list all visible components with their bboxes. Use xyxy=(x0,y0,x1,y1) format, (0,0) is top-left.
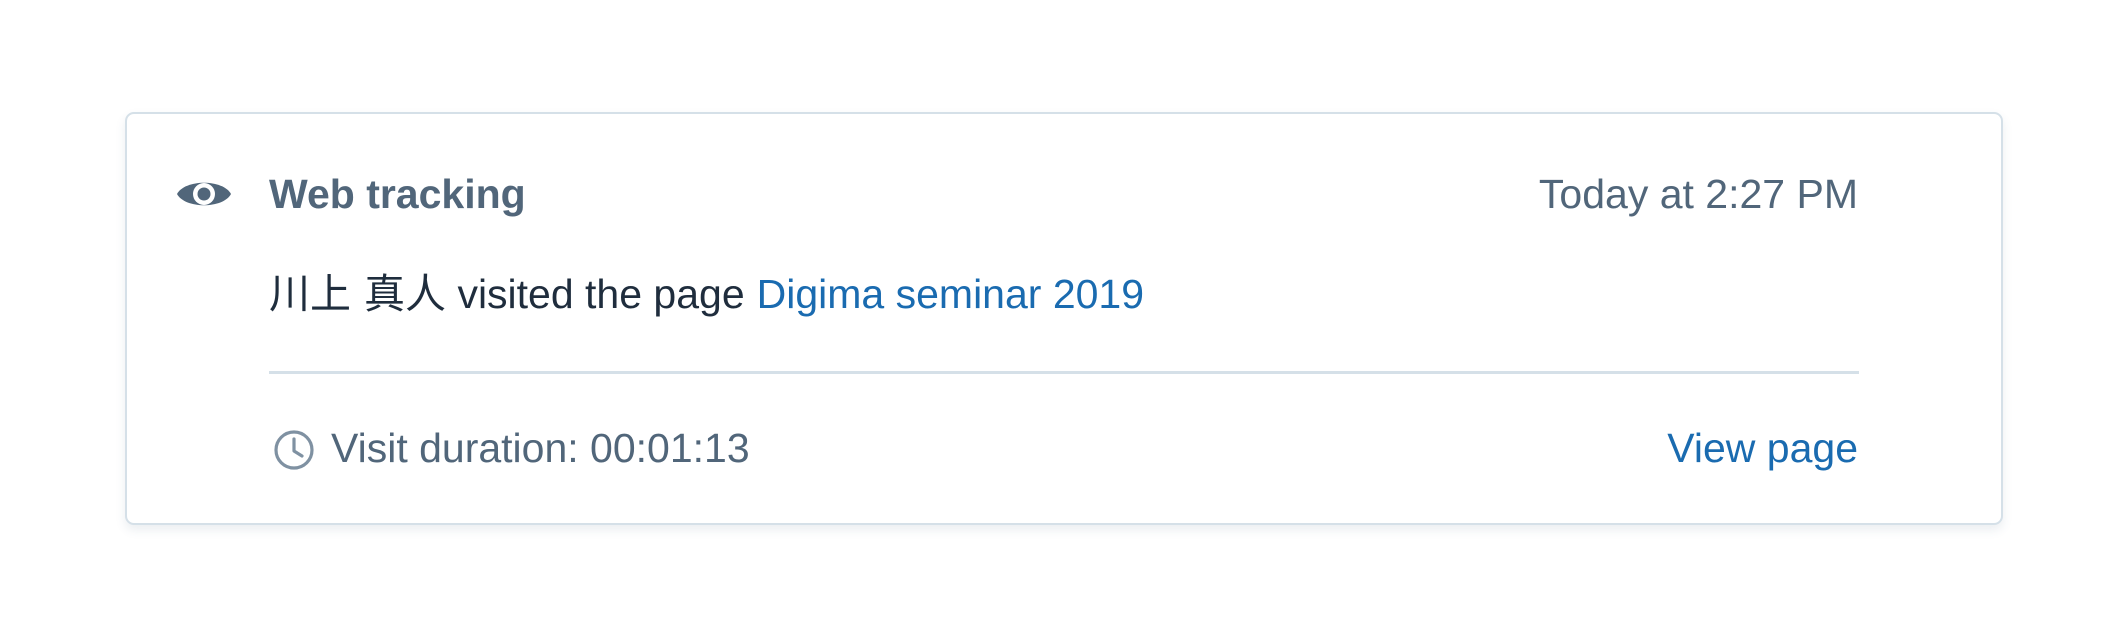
person-name: 川上 真人 xyxy=(269,270,447,318)
visit-duration: Visit duration: 00:01:13 xyxy=(331,425,750,471)
eye-icon xyxy=(175,174,233,214)
activity-timestamp: Today at 2:27 PM xyxy=(1538,171,1858,217)
clock-icon xyxy=(273,429,315,471)
web-tracking-card: Web tracking Today at 2:27 PM 川上 真人 visi… xyxy=(125,112,2003,525)
action-text: visited the page xyxy=(446,271,745,317)
visited-page-link[interactable]: Digima seminar 2019 xyxy=(757,271,1144,317)
view-page-link[interactable]: View page xyxy=(1667,420,1858,476)
divider xyxy=(269,371,1859,374)
activity-type-title: Web tracking xyxy=(269,171,526,217)
activity-description: 川上 真人 visited the page Digima seminar 201… xyxy=(269,266,1144,322)
